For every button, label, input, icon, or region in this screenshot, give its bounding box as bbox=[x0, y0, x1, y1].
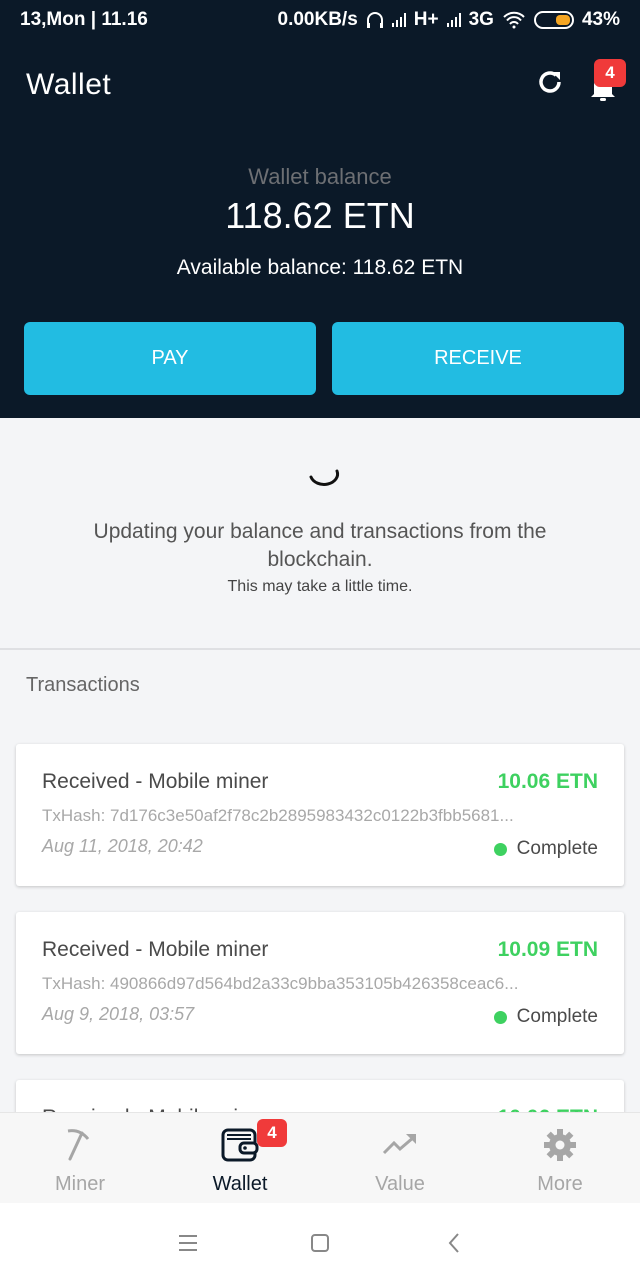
status-datetime: 13,Mon | 11.16 bbox=[20, 9, 148, 30]
transaction-card[interactable]: Received - Mobile miner 10.06 ETN TxHash… bbox=[16, 744, 624, 886]
notifications-button[interactable]: 4 bbox=[584, 59, 628, 102]
transaction-title: Received - Mobile miner bbox=[42, 938, 269, 961]
transaction-status: Complete bbox=[493, 838, 598, 860]
status-dot-icon bbox=[493, 1010, 507, 1024]
transaction-hash: TxHash: 7d176c3e50af2f78c2b2895983432c01… bbox=[42, 806, 514, 825]
signal-icon bbox=[391, 13, 406, 27]
trending-up-icon bbox=[382, 1134, 416, 1155]
wallet-icon bbox=[221, 1128, 259, 1162]
network-type-1: H+ bbox=[413, 9, 439, 30]
network-type-2: 3G bbox=[468, 9, 494, 30]
receive-button[interactable]: RECEIVE bbox=[332, 322, 624, 395]
back-button[interactable] bbox=[434, 1225, 474, 1261]
battery-icon bbox=[533, 11, 574, 29]
wallet-badge: 4 bbox=[257, 1119, 287, 1147]
refresh-icon bbox=[539, 71, 561, 93]
page-title: Wallet bbox=[26, 68, 112, 101]
pay-button[interactable]: PAY bbox=[24, 322, 316, 395]
balance-value: 118.62 ETN bbox=[225, 195, 415, 236]
transaction-amount: 10.09 ETN bbox=[497, 938, 598, 961]
transaction-date: Aug 9, 2018, 03:57 bbox=[42, 1004, 195, 1024]
nav-item-miner[interactable]: Miner bbox=[0, 1113, 160, 1204]
back-chevron-icon bbox=[448, 1233, 459, 1253]
loading-spinner-icon bbox=[309, 469, 340, 486]
nav-label: Miner bbox=[54, 1173, 105, 1195]
system-nav-bar bbox=[0, 1203, 640, 1280]
nav-item-value[interactable]: Value bbox=[320, 1113, 480, 1204]
bottom-nav: Miner 4 Wallet Value More bbox=[0, 1112, 640, 1203]
available-balance: Available balance: 118.62 ETN bbox=[176, 256, 464, 279]
transaction-status: Complete bbox=[493, 1006, 598, 1028]
status-label: Complete bbox=[516, 1006, 598, 1027]
refresh-button[interactable] bbox=[530, 62, 570, 102]
nav-item-wallet[interactable]: 4 Wallet bbox=[160, 1113, 320, 1204]
nav-item-more[interactable]: More bbox=[480, 1113, 640, 1204]
transaction-hash: TxHash: 490866d97d564bd2a33c9bba353105b4… bbox=[42, 974, 519, 993]
pickaxe-icon bbox=[67, 1129, 90, 1161]
battery-level: 43% bbox=[581, 9, 620, 30]
wifi-icon bbox=[503, 11, 525, 29]
sync-message: Updating your balance and transactions f… bbox=[93, 520, 547, 571]
wallet-header: Wallet 4 Wallet balance 118.62 ETN Avail… bbox=[0, 40, 640, 418]
transaction-amount: 10.06 ETN bbox=[497, 770, 598, 793]
status-bar: 13,Mon | 11.16 0.00KB/s H+ 3G 43% bbox=[0, 0, 640, 40]
net-speed: 0.00KB/s bbox=[277, 9, 358, 30]
divider bbox=[0, 648, 640, 650]
transaction-date: Aug 11, 2018, 20:42 bbox=[42, 836, 203, 856]
menu-button[interactable] bbox=[168, 1225, 208, 1261]
sync-status: Updating your balance and transactions f… bbox=[0, 418, 640, 648]
notification-badge: 4 bbox=[594, 59, 626, 87]
transaction-title: Received - Mobile miner bbox=[42, 770, 269, 793]
signal-icon-2 bbox=[446, 13, 461, 27]
headphones-icon bbox=[366, 12, 383, 28]
sync-submessage: This may take a little time. bbox=[227, 578, 413, 595]
nav-label: Value bbox=[375, 1173, 425, 1195]
home-square-icon bbox=[311, 1234, 329, 1252]
menu-icon bbox=[179, 1235, 197, 1251]
nav-label: More bbox=[537, 1173, 583, 1195]
balance-label: Wallet balance bbox=[248, 164, 392, 189]
nav-label: Wallet bbox=[212, 1173, 268, 1195]
transactions-heading: Transactions bbox=[26, 674, 140, 696]
gear-icon bbox=[544, 1129, 576, 1161]
status-dot-icon bbox=[493, 842, 507, 856]
home-button[interactable] bbox=[300, 1225, 340, 1261]
transaction-card[interactable]: Received - Mobile miner 10.09 ETN TxHash… bbox=[16, 912, 624, 1054]
status-label: Complete bbox=[516, 838, 598, 859]
